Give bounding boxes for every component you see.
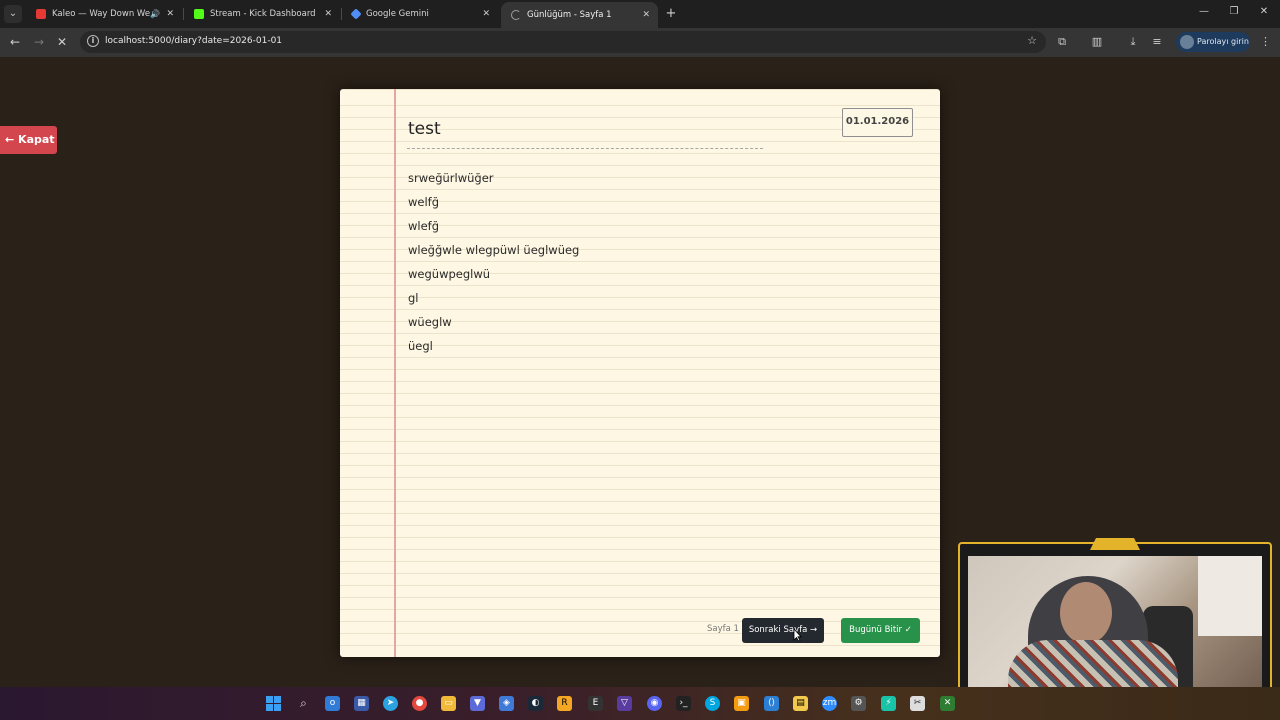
tab-title: Kaleo — Way Down We Go [52,9,150,19]
new-tab-plus-icon[interactable]: + [664,5,678,23]
rockstar-icon[interactable]: R [557,696,572,711]
outlook-icon[interactable]: o [325,696,340,711]
tab-google-gemini[interactable]: Google Gemini ✕ [342,0,498,28]
entry-line: üegl [408,339,433,353]
next-page-button[interactable]: Sonraki Sayfa → [742,618,824,643]
profile-label: Parolayı girin [1197,37,1249,46]
loading-spinner-icon [511,10,521,20]
close-tab-icon[interactable]: ✕ [642,10,650,20]
entry-line: wleğğwle wlegpüwl üeglwüeg [408,243,580,257]
network-tool-icon[interactable]: ⚙ [851,696,866,711]
page-indicator: Sayfa 1 [707,624,739,634]
telegram-icon[interactable]: ➤ [383,696,398,711]
tab-title: Stream - Kick Dashboard [210,9,316,19]
media-controls-icon[interactable]: ≡ [1150,35,1164,49]
defender-icon[interactable]: ◈ [499,696,514,711]
title-divider [407,148,763,149]
tab-title: Google Gemini [366,9,429,19]
margin-line [394,89,396,657]
entry-line: welfğ [408,195,440,209]
discord-icon[interactable]: ◉ [647,696,662,711]
file-explorer-icon[interactable]: ▭ [441,696,456,711]
tab-kick-dashboard[interactable]: Stream - Kick Dashboard ✕ [184,0,340,28]
more-menu-icon[interactable]: ⋮ [1260,35,1271,48]
close-diary-button[interactable]: ← Kapat [0,126,57,154]
sandbox-icon[interactable]: ▣ [734,696,749,711]
search-icon[interactable]: ⌕ [296,696,311,711]
close-tab-icon[interactable]: ✕ [482,9,490,19]
download-icon[interactable]: ⤓ [1126,35,1140,49]
skype-icon[interactable]: S [705,696,720,711]
browser-toolbar: ← → ✕ i localhost:5000/diary?date=2026-0… [0,28,1280,57]
close-tab-icon[interactable]: ✕ [166,9,174,19]
site-info-icon[interactable]: i [87,35,99,47]
background-window [1198,556,1262,636]
sticky-notes-icon[interactable]: ▤ [793,696,808,711]
gemini-favicon-icon [350,8,362,20]
entry-line: wlefğ [408,219,440,233]
browser-tab-strip: ⌄ Kaleo — Way Down We Go 🔊 ✕ Stream - Ki… [0,0,1280,28]
tab-search-chevron-icon[interactable]: ⌄ [4,5,22,23]
excel-icon[interactable]: ✕ [940,696,955,711]
vscode-icon[interactable]: ⟨⟩ [764,696,779,711]
vpn-icon[interactable]: ▽ [617,696,632,711]
side-panel-icon[interactable]: ▥ [1090,35,1104,49]
date-stamp: 01.01.2026 [842,108,913,137]
finish-day-button[interactable]: Bugünü Bitir ✓ [841,618,920,643]
diary-entry-text[interactable]: srweğürlwüğer welfğ wlefğ wleğğwle wlegp… [408,169,579,361]
chrome-icon[interactable]: ● [412,696,427,711]
tab-kaleo[interactable]: Kaleo — Way Down We Go 🔊 ✕ [26,0,182,28]
tab-gunlugum[interactable]: Günlüğüm - Sayfa 1 ✕ [501,2,658,28]
windows-start-icon[interactable] [266,696,281,711]
forward-arrow-icon[interactable]: → [31,34,47,50]
mouse-pointer-icon [793,628,802,642]
url-text[interactable]: localhost:5000/diary?date=2026-01-01 [105,36,282,46]
entry-line: srweğürlwüğer [408,171,494,185]
close-window-icon[interactable]: ✕ [1256,6,1272,17]
snipping-tool-icon[interactable]: ✂ [910,696,925,711]
entry-line: wegüwpeglwü [408,267,491,281]
app-icon[interactable]: ⚡ [881,696,896,711]
address-bar[interactable]: i localhost:5000/diary?date=2026-01-01 ☆ [80,31,1046,53]
page-title[interactable]: test [408,119,441,139]
webcam-frame-decoration [1090,538,1140,550]
restore-icon[interactable]: ❐ [1226,6,1242,17]
back-arrow-icon[interactable]: ← [7,34,23,50]
avatar [1180,35,1194,49]
entry-line: wüeglw [408,315,452,329]
speaker-icon[interactable]: 🔊 [150,10,160,19]
kick-favicon-icon [194,9,204,19]
epic-games-icon[interactable]: E [588,696,603,711]
profile-button[interactable]: Parolayı girin [1176,32,1250,52]
minimize-icon[interactable]: — [1196,6,1212,17]
entry-line: gl [408,291,419,305]
close-tab-icon[interactable]: ✕ [324,9,332,19]
zoom-icon[interactable]: zm [822,696,837,711]
youtube-favicon-icon [36,9,46,19]
stop-loading-icon[interactable]: ✕ [54,34,70,50]
vpn-shield-icon[interactable]: ▼ [470,696,485,711]
bookmark-star-icon[interactable]: ☆ [1027,34,1037,47]
windows-taskbar: ⌕ o ▦ ➤ ● ▭ ▼ ◈ ◐ R E ▽ ◉ ›_ S ▣ ⟨⟩ ▤ zm… [0,687,1280,720]
store-icon[interactable]: ▦ [354,696,369,711]
extensions-puzzle-icon[interactable]: ⧉ [1055,35,1069,49]
terminal-icon[interactable]: ›_ [676,696,691,711]
streamer-head [1060,582,1112,644]
tab-title: Günlüğüm - Sayfa 1 [527,10,612,20]
diary-notebook: test 01.01.2026 srweğürlwüğer welfğ wlef… [340,89,940,657]
steam-icon[interactable]: ◐ [528,696,543,711]
